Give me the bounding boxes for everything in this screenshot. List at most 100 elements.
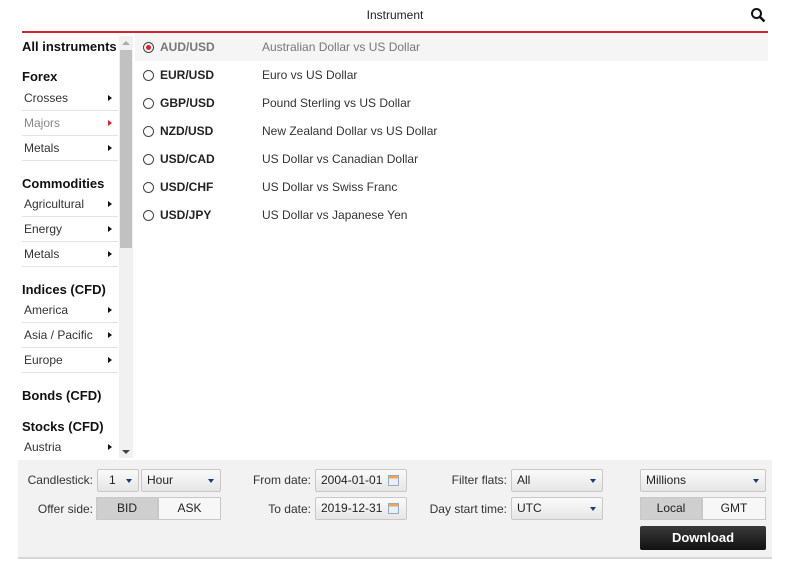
instrument-symbol: EUR/USD bbox=[160, 68, 215, 82]
instrument-description: New Zealand Dollar vs US Dollar bbox=[262, 124, 438, 138]
chevron-right-icon bbox=[108, 332, 112, 338]
dropdown-arrow-icon bbox=[590, 479, 596, 483]
instrument-symbol: USD/CHF bbox=[160, 180, 214, 194]
instrument-row[interactable]: USD/CHF US Dollar vs Swiss Franc bbox=[135, 173, 768, 201]
sidebar-item-agricultural[interactable]: Agricultural bbox=[22, 192, 118, 217]
select-value: Hour bbox=[147, 473, 174, 487]
volume-unit-select[interactable]: Millions bbox=[640, 469, 766, 492]
select-value: 1 bbox=[109, 473, 116, 487]
scroll-up-icon[interactable] bbox=[122, 41, 130, 45]
sidebar-item-forex-metals[interactable]: Metals bbox=[22, 136, 118, 161]
select-value: All bbox=[517, 473, 531, 487]
chevron-right-icon bbox=[108, 201, 112, 207]
candlestick-label: Candlestick: bbox=[27, 473, 93, 487]
day-start-label: Day start time: bbox=[429, 502, 507, 516]
instrument-description: Pound Sterling vs US Dollar bbox=[262, 96, 411, 110]
instrument-row[interactable]: NZD/USD New Zealand Dollar vs US Dollar bbox=[135, 117, 768, 145]
chevron-right-icon bbox=[108, 307, 112, 313]
sidebar-item-majors[interactable]: Majors bbox=[22, 111, 118, 136]
ask-toggle[interactable]: ASK bbox=[158, 497, 221, 520]
instrument-description: Australian Dollar vs US Dollar bbox=[262, 40, 421, 54]
instrument-description: US Dollar vs Japanese Yen bbox=[262, 208, 408, 222]
from-date-input[interactable]: 2004-01-01 bbox=[315, 469, 407, 492]
radio[interactable] bbox=[143, 126, 154, 137]
filter-flats-select[interactable]: All bbox=[511, 469, 603, 492]
sidebar-item-label: Agricultural bbox=[24, 197, 85, 211]
chevron-right-icon bbox=[108, 95, 112, 101]
instrument-description: US Dollar vs Swiss Franc bbox=[262, 180, 398, 194]
filter-flats-label: Filter flats: bbox=[451, 473, 507, 487]
from-date-label: From date: bbox=[252, 473, 311, 487]
instrument-symbol: AUD/USD bbox=[160, 40, 215, 54]
dropdown-arrow-icon bbox=[126, 479, 132, 483]
sidebar-item-label: Metals bbox=[24, 247, 60, 261]
sidebar-item-label: Austria bbox=[24, 440, 62, 454]
sidebar-item-label: Energy bbox=[24, 222, 63, 236]
sidebar-item-america[interactable]: America bbox=[22, 298, 118, 323]
page-title: Instrument bbox=[366, 8, 424, 22]
calendar-icon[interactable] bbox=[388, 503, 399, 514]
sidebar-item-label: Majors bbox=[24, 116, 61, 130]
sidebar-item-label: America bbox=[24, 303, 69, 317]
radio[interactable] bbox=[143, 210, 154, 221]
scroll-down-icon[interactable] bbox=[122, 450, 130, 454]
radio-selected[interactable] bbox=[143, 42, 154, 53]
dropdown-arrow-icon bbox=[753, 479, 759, 483]
date-value: 2004-01-01 bbox=[321, 473, 383, 487]
chevron-right-icon bbox=[108, 357, 112, 363]
chevron-right-icon bbox=[108, 251, 112, 257]
download-button[interactable]: Download bbox=[640, 526, 766, 550]
sidebar-group-bonds[interactable]: Bonds (CFD) bbox=[22, 388, 101, 403]
instrument-description: US Dollar vs Canadian Dollar bbox=[262, 152, 419, 166]
sidebar-item-commodity-metals[interactable]: Metals bbox=[22, 242, 118, 267]
select-value: Millions bbox=[646, 473, 687, 487]
sidebar-item-label: Crosses bbox=[24, 91, 69, 105]
chevron-right-icon bbox=[108, 145, 112, 151]
dropdown-arrow-icon bbox=[590, 507, 596, 511]
chevron-right-icon bbox=[108, 444, 112, 450]
instrument-row[interactable]: USD/JPY US Dollar vs Japanese Yen bbox=[135, 201, 768, 229]
sidebar-item-label: Metals bbox=[24, 141, 60, 155]
dropdown-arrow-icon bbox=[208, 479, 214, 483]
instrument-row[interactable]: GBP/USD Pound Sterling vs US Dollar bbox=[135, 89, 768, 117]
radio[interactable] bbox=[143, 70, 154, 81]
sidebar-item-europe[interactable]: Europe bbox=[22, 348, 118, 373]
to-date-label: To date: bbox=[268, 502, 311, 516]
chevron-right-icon bbox=[108, 226, 112, 232]
bid-toggle[interactable]: BID bbox=[96, 497, 158, 520]
instrument-row[interactable]: EUR/USD Euro vs US Dollar bbox=[135, 61, 768, 89]
chevron-right-icon bbox=[108, 120, 112, 126]
gmt-time-toggle[interactable]: GMT bbox=[702, 497, 766, 520]
sidebar-group-forex[interactable]: Forex bbox=[22, 69, 57, 84]
search-icon[interactable] bbox=[750, 7, 766, 23]
sidebar-item-crosses[interactable]: Crosses bbox=[22, 86, 118, 111]
sidebar-item-label: Europe bbox=[24, 353, 63, 367]
instrument-row[interactable]: USD/CAD US Dollar vs Canadian Dollar bbox=[135, 145, 768, 173]
sidebar-group-stocks[interactable]: Stocks (CFD) bbox=[22, 419, 104, 434]
sidebar-group-commodities[interactable]: Commodities bbox=[22, 176, 104, 191]
date-value: 2019-12-31 bbox=[321, 501, 383, 515]
day-start-select[interactable]: UTC bbox=[511, 497, 603, 520]
radio[interactable] bbox=[143, 98, 154, 109]
select-value: UTC bbox=[517, 501, 542, 515]
instrument-symbol: USD/CAD bbox=[160, 152, 215, 166]
to-date-input[interactable]: 2019-12-31 bbox=[315, 497, 407, 520]
local-time-toggle[interactable]: Local bbox=[640, 497, 702, 520]
calendar-icon[interactable] bbox=[388, 475, 399, 486]
instrument-symbol: NZD/USD bbox=[160, 124, 214, 138]
sidebar-item-austria[interactable]: Austria bbox=[22, 435, 118, 460]
instrument-symbol: USD/JPY bbox=[160, 208, 212, 222]
sidebar-group-indices[interactable]: Indices (CFD) bbox=[22, 282, 106, 297]
radio[interactable] bbox=[143, 182, 154, 193]
instrument-description: Euro vs US Dollar bbox=[262, 68, 358, 82]
radio[interactable] bbox=[143, 154, 154, 165]
candlestick-unit-select[interactable]: Hour bbox=[141, 469, 221, 492]
scrollbar-thumb[interactable] bbox=[120, 50, 132, 248]
sidebar-item-asia-pacific[interactable]: Asia / Pacific bbox=[22, 323, 118, 348]
sidebar-all-instruments[interactable]: All instruments bbox=[22, 39, 117, 54]
instrument-row[interactable]: AUD/USD Australian Dollar vs US Dollar bbox=[135, 33, 768, 61]
sidebar-item-label: Asia / Pacific bbox=[24, 328, 93, 342]
sidebar-item-energy[interactable]: Energy bbox=[22, 217, 118, 242]
instrument-symbol: GBP/USD bbox=[160, 96, 215, 110]
candlestick-count-select[interactable]: 1 bbox=[97, 469, 139, 492]
